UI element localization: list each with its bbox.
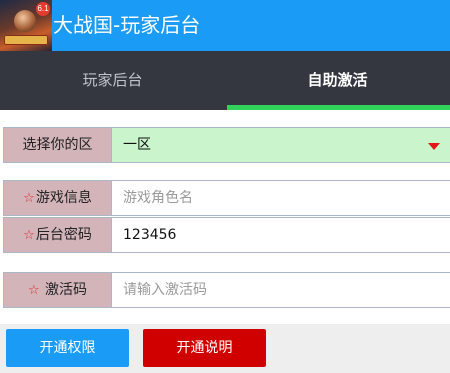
password-label-text: 后台密码 xyxy=(35,227,92,243)
game-logo: 6.1 xyxy=(0,0,52,51)
tab-bar: 玩家后台 自助激活 xyxy=(0,51,450,110)
role-name-placeholder: 游戏角色名 xyxy=(123,190,193,206)
tab-player-backend[interactable]: 玩家后台 xyxy=(0,51,225,110)
tab-label: 玩家后台 xyxy=(82,71,143,89)
active-tab-indicator xyxy=(227,105,450,110)
logo-badge: 6.1 xyxy=(36,2,50,16)
zone-selected-value: 一区 xyxy=(123,137,151,153)
page-title: 大战国-玩家后台 xyxy=(53,13,201,37)
zone-label: 选择你的区 xyxy=(3,127,112,163)
role-label: ☆游戏信息 xyxy=(3,180,112,216)
app-header: 6.1 大战国-玩家后台 xyxy=(0,0,450,51)
logo-figure xyxy=(14,10,36,32)
password-label: ☆后台密码 xyxy=(3,217,112,253)
open-rights-button[interactable]: 开通权限 xyxy=(6,329,129,367)
zone-row: 选择你的区 一区 xyxy=(0,127,450,163)
activation-code-placeholder: 请输入激活码 xyxy=(123,282,207,298)
open-help-button[interactable]: 开通说明 xyxy=(143,329,266,367)
required-star-icon: ☆ xyxy=(23,191,35,206)
role-label-text: 游戏信息 xyxy=(35,190,92,206)
code-row: ☆ 激活码 请输入激活码 xyxy=(0,272,450,308)
required-star-icon: ☆ xyxy=(23,228,35,243)
role-name-input[interactable]: 游戏角色名 xyxy=(111,180,450,216)
password-value: 123456 xyxy=(123,227,177,243)
password-input[interactable]: 123456 xyxy=(111,217,450,253)
password-row: ☆后台密码 123456 xyxy=(0,217,450,253)
dropdown-caret-icon[interactable] xyxy=(428,143,440,150)
zone-select[interactable]: 一区 xyxy=(111,127,450,163)
logo-mark xyxy=(4,35,48,45)
code-label-text: 激活码 xyxy=(45,282,88,298)
required-star-icon: ☆ xyxy=(27,283,40,298)
code-label: ☆ 激活码 xyxy=(3,272,112,308)
button-bar: 开通权限 开通说明 xyxy=(0,324,450,373)
role-row: ☆游戏信息 游戏角色名 xyxy=(0,180,450,216)
tab-self-activation[interactable]: 自助激活 xyxy=(225,51,450,110)
activation-code-input[interactable]: 请输入激活码 xyxy=(111,272,450,308)
tab-label: 自助激活 xyxy=(307,71,368,89)
